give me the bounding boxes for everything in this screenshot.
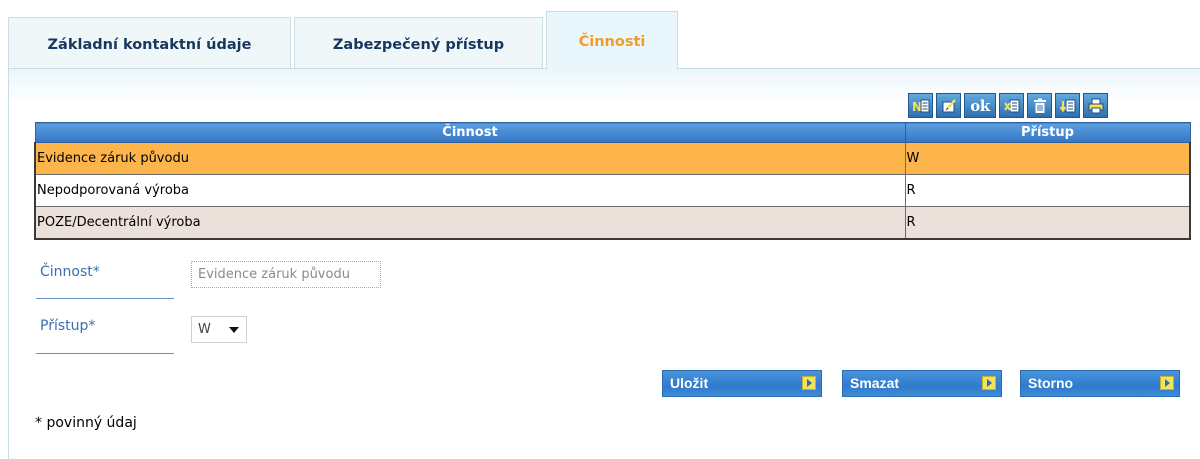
- delete-button-label: Smazat: [850, 375, 900, 391]
- table-row[interactable]: Nepodporovaná výroba R: [34, 174, 1191, 207]
- table-cell-pristup: R: [905, 206, 1191, 240]
- pristup-select[interactable]: W: [191, 316, 247, 343]
- tab-secure-access[interactable]: Zabezpečený přístup: [294, 17, 543, 68]
- tab-label: Zabezpečený přístup: [332, 36, 505, 53]
- save-button[interactable]: Uložit: [662, 370, 822, 397]
- arrow-right-icon: [982, 376, 996, 390]
- tab-activities[interactable]: Činnosti: [546, 11, 678, 69]
- delete-button[interactable]: Smazat: [842, 370, 1002, 397]
- pristup-label: Přístup*: [40, 318, 96, 334]
- table-cell-cinnost: Evidence záruk původu: [34, 142, 906, 175]
- tab-contact-details[interactable]: Základní kontaktní údaje: [8, 17, 291, 68]
- excel-export-icon[interactable]: [999, 93, 1024, 118]
- table-cell-cinnost: POZE/Decentrální výroba: [34, 206, 906, 240]
- table-row[interactable]: Evidence záruk původu W: [34, 142, 1191, 175]
- cinnost-underline: [36, 298, 174, 299]
- ok-icon-text: ok: [970, 96, 990, 115]
- delete-icon[interactable]: [1027, 93, 1052, 118]
- column-header-pristup[interactable]: Přístup: [904, 122, 1191, 143]
- cinnost-label: Činnost*: [40, 264, 100, 280]
- tab-label: Základní kontaktní údaje: [47, 36, 252, 53]
- table-cell-pristup: R: [905, 174, 1191, 207]
- chevron-down-icon: [229, 327, 239, 333]
- new-record-icon[interactable]: N: [908, 93, 933, 118]
- table-cell-cinnost: Nepodporovaná výroba: [34, 174, 906, 207]
- cancel-button[interactable]: Storno: [1020, 370, 1180, 397]
- required-footnote: * povinný údaj: [35, 415, 137, 431]
- tab-label: Činnosti: [578, 34, 646, 50]
- arrow-right-icon: [802, 376, 816, 390]
- arrow-right-icon: [1160, 376, 1174, 390]
- ok-icon[interactable]: ok: [964, 93, 996, 118]
- cinnost-field[interactable]: Evidence záruk původu: [191, 261, 381, 288]
- cancel-button-label: Storno: [1028, 375, 1074, 391]
- print-icon[interactable]: [1083, 93, 1108, 118]
- tab-bar: Základní kontaktní údaje Zabezpečený pří…: [0, 0, 1200, 70]
- save-button-label: Uložit: [670, 375, 709, 391]
- table-header-row: Činnost Přístup: [34, 122, 1191, 143]
- table-row[interactable]: POZE/Decentrální výroba R: [34, 206, 1191, 240]
- grid-toolbar: N ok: [908, 93, 1108, 119]
- activities-table: Činnost Přístup Evidence záruk původu W …: [34, 122, 1191, 240]
- table-cell-pristup: W: [905, 142, 1191, 175]
- column-header-cinnost[interactable]: Činnost: [34, 122, 906, 143]
- pristup-underline: [36, 353, 174, 354]
- pristup-select-value: W: [198, 322, 211, 337]
- edit-record-icon[interactable]: [936, 93, 961, 118]
- import-icon[interactable]: [1055, 93, 1080, 118]
